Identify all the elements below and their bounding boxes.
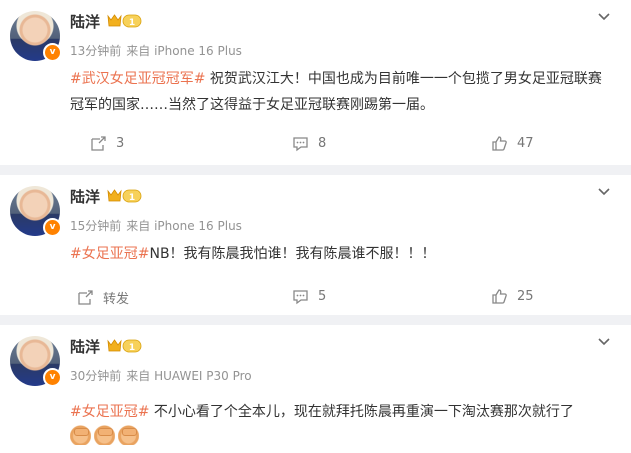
post-time[interactable]: 13分钟前 — [70, 44, 121, 58]
repost-label: 转发 — [103, 292, 130, 307]
repost-count: 3 — [116, 136, 125, 151]
chevron-down-icon[interactable] — [597, 336, 611, 348]
comment-icon — [293, 290, 308, 305]
comment-icon — [293, 137, 308, 152]
post-time[interactable]: 30分钟前 — [70, 369, 121, 383]
clap-emoji — [94, 425, 115, 445]
like-button[interactable]: 25 — [491, 288, 534, 305]
clap-emoji — [118, 425, 139, 445]
repost-icon — [91, 136, 106, 151]
post-body: 不小心看了个全本儿，现在就拜托陈晨再重演一下淘汰赛那次就行了 — [149, 404, 574, 420]
comment-button[interactable]: 8 — [292, 135, 326, 152]
repost-button[interactable]: 3 — [90, 135, 124, 152]
vip-level-icon[interactable]: 1 — [106, 188, 143, 204]
clap-emoji — [70, 425, 91, 445]
like-count: 25 — [517, 289, 534, 304]
post-time[interactable]: 15分钟前 — [70, 219, 121, 233]
repost-button[interactable]: 转发 — [77, 288, 129, 307]
post-meta: 15分钟前 来自 iPhone 16 Plus — [70, 217, 247, 234]
repost-icon — [78, 290, 93, 305]
weibo-post: v 陆洋 1 13分钟前 来自 iPhone 16 Plus #武汉女足亚冠冠军#… — [0, 0, 631, 165]
post-body: NB！我有陈晨我怕谁！我有陈晨谁不服！！！ — [149, 246, 436, 262]
chevron-down-icon[interactable] — [597, 186, 611, 198]
topic-link[interactable]: #武汉女足亚冠冠军# — [70, 71, 205, 87]
topic-link[interactable]: #女足亚冠# — [70, 404, 149, 420]
avatar[interactable]: v — [10, 11, 62, 62]
author-name[interactable]: 陆洋 — [70, 11, 100, 32]
comment-count: 5 — [318, 289, 327, 304]
avatar[interactable]: v — [10, 186, 62, 237]
verified-badge-icon: v — [43, 43, 62, 62]
action-bar: 3 8 47 — [0, 135, 631, 155]
avatar[interactable]: v — [10, 336, 62, 387]
like-button[interactable]: 47 — [491, 135, 534, 152]
vip-level-icon[interactable]: 1 — [106, 338, 143, 354]
like-icon — [492, 289, 507, 304]
vip-level-text: 1 — [129, 193, 135, 203]
action-bar: 转发 5 25 — [0, 288, 631, 308]
comment-count: 8 — [318, 136, 327, 151]
emoji-row — [70, 425, 139, 445]
post-text: #武汉女足亚冠冠军# 祝贺武汉江大！中国也成为目前唯一一个包揽了男女足亚冠联赛冠… — [70, 66, 615, 118]
verified-badge-icon: v — [43, 368, 62, 387]
vip-level-icon[interactable]: 1 — [106, 13, 143, 29]
post-text: #女足亚冠# 不小心看了个全本儿，现在就拜托陈晨再重演一下淘汰赛那次就行了 — [70, 399, 615, 425]
chevron-down-icon[interactable] — [597, 11, 611, 23]
post-source: 来自 iPhone 16 Plus — [126, 219, 242, 233]
post-meta: 13分钟前 来自 iPhone 16 Plus — [70, 42, 247, 59]
weibo-post: v 陆洋 1 15分钟前 来自 iPhone 16 Plus #女足亚冠#NB！我… — [0, 175, 631, 315]
weibo-post: v 陆洋 1 30分钟前 来自 HUAWEI P30 Pro #女足亚冠# 不小心… — [0, 325, 631, 453]
post-meta: 30分钟前 来自 HUAWEI P30 Pro — [70, 367, 257, 384]
like-count: 47 — [517, 136, 534, 151]
topic-link[interactable]: #女足亚冠# — [70, 246, 149, 262]
vip-level-text: 1 — [129, 18, 135, 28]
like-icon — [492, 136, 507, 151]
vip-level-text: 1 — [129, 343, 135, 353]
author-name[interactable]: 陆洋 — [70, 186, 100, 207]
post-separator — [0, 315, 631, 325]
post-source: 来自 HUAWEI P30 Pro — [126, 369, 252, 383]
verified-badge-icon: v — [43, 218, 62, 237]
comment-button[interactable]: 5 — [292, 288, 326, 305]
post-text: #女足亚冠#NB！我有陈晨我怕谁！我有陈晨谁不服！！！ — [70, 241, 615, 267]
author-name[interactable]: 陆洋 — [70, 336, 100, 357]
post-source: 来自 iPhone 16 Plus — [126, 44, 242, 58]
post-separator — [0, 165, 631, 175]
